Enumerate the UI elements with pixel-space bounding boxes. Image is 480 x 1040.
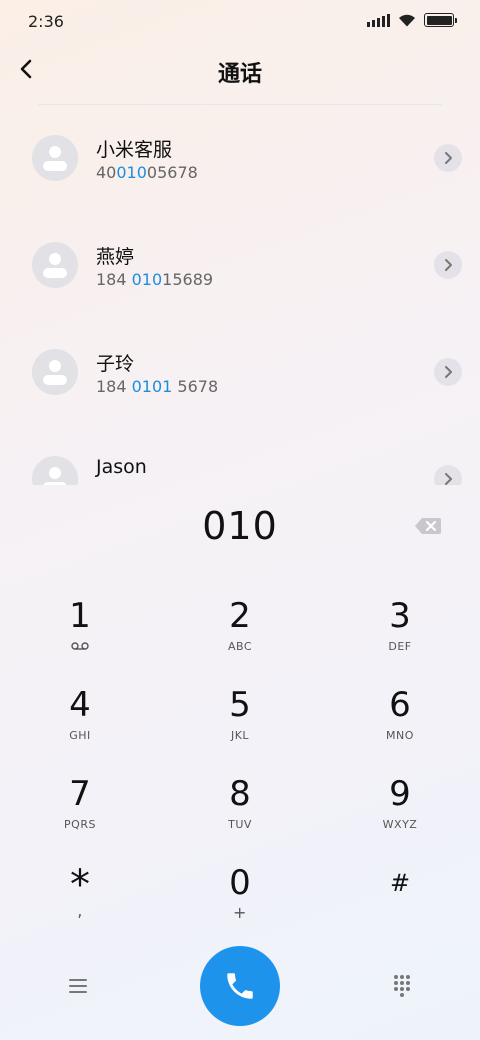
key-letters: JKL (230, 729, 250, 742)
contact-number: 184 01015689 (96, 270, 213, 289)
key-letters: TUV (228, 818, 252, 831)
contact-detail-button[interactable] (434, 358, 462, 386)
number-match-highlight: 0101 (131, 377, 173, 396)
contact-name: 燕婷 (96, 246, 135, 268)
key-letters: GHI (69, 729, 91, 742)
contact-detail-button[interactable] (434, 251, 462, 279)
key-letters: + (233, 903, 247, 922)
chevron-right-icon (445, 259, 452, 271)
contact-list[interactable]: 小米客服 4001005678 燕婷 184 01015689 子玲 184 0101 5… (0, 105, 480, 485)
dialpad-icon[interactable] (392, 974, 412, 998)
page-title: 通话 (217, 62, 262, 87)
contact-name: 小米客服 (96, 139, 173, 161)
key-digit: 7 (69, 774, 91, 814)
key-6[interactable]: 6 MNO (340, 685, 460, 765)
number-part: 184 (96, 270, 132, 289)
status-icons (367, 13, 457, 27)
key-letters: , (77, 901, 83, 920)
contact-number: 184 0101 5678 (96, 377, 218, 396)
key-5[interactable]: 5 JKL (180, 685, 300, 765)
key-2[interactable]: 2 ABC (180, 596, 300, 676)
key-letters: MNO (386, 729, 414, 742)
key-digit: 1 (69, 596, 91, 636)
contact-detail-button[interactable] (434, 465, 462, 485)
key-9[interactable]: 9 WXYZ (340, 774, 460, 854)
number-part: 15689 (162, 270, 214, 289)
contact-detail-button[interactable] (434, 144, 462, 172)
avatar (32, 135, 78, 181)
chevron-right-icon (445, 152, 452, 164)
key-digit: 4 (69, 685, 91, 725)
number-match-highlight: 010 (131, 270, 163, 289)
contact-name: Jason (96, 456, 147, 478)
phone-icon (227, 973, 253, 999)
dialed-number: 010 (202, 504, 278, 548)
battery-icon (424, 13, 457, 27)
call-button[interactable] (200, 946, 280, 1026)
key-7[interactable]: 7 PQRS (20, 774, 140, 854)
title-bar: 通话 (0, 46, 480, 96)
contact-item[interactable]: 子玲 184 0101 5678 (0, 319, 480, 426)
status-time: 2:36 (28, 12, 64, 31)
key-digit: 8 (229, 774, 251, 814)
key-digit: 3 (389, 596, 411, 636)
key-digit: 0 (229, 863, 251, 903)
contact-number: 4001005678 (96, 163, 198, 182)
voicemail-icon (20, 640, 140, 653)
backspace-button[interactable] (414, 516, 442, 536)
contact-item[interactable]: 小米客服 4001005678 (0, 105, 480, 212)
number-match-highlight: 010 (116, 163, 147, 182)
contact-name: 子玲 (96, 353, 135, 375)
key-letters: WXYZ (382, 818, 418, 831)
avatar (32, 349, 78, 395)
key-digit: 6 (389, 685, 411, 725)
avatar (32, 242, 78, 288)
key-0[interactable]: 0 + (180, 863, 300, 943)
bottom-bar (0, 944, 480, 1028)
key-digit: 5 (229, 685, 251, 725)
key-letters: ABC (227, 640, 253, 653)
avatar (32, 456, 78, 485)
wifi-icon (399, 14, 415, 27)
battery-level (426, 15, 452, 25)
key-letters: PQRS (64, 818, 96, 831)
key-4[interactable]: 4 GHI (20, 685, 140, 765)
key-digit: # (389, 869, 411, 897)
key-hash[interactable]: # (340, 863, 460, 943)
contact-item[interactable]: Jason (0, 426, 480, 485)
key-digit: 9 (389, 774, 411, 814)
key-1[interactable]: 1 (20, 596, 140, 676)
key-letters: DEF (388, 640, 412, 653)
status-bar: 2:36 (0, 0, 480, 42)
chevron-right-icon (445, 366, 452, 378)
key-digit: 2 (229, 596, 251, 636)
key-3[interactable]: 3 DEF (340, 596, 460, 676)
key-star[interactable]: *, (20, 863, 140, 943)
number-part: 05678 (146, 163, 198, 182)
chevron-right-icon (445, 473, 452, 485)
dial-input: 010 (0, 500, 480, 560)
key-8[interactable]: 8 TUV (180, 774, 300, 854)
number-part: 40 (96, 163, 117, 182)
number-part: 5678 (172, 377, 219, 396)
number-part: 184 (96, 377, 132, 396)
menu-icon[interactable] (64, 974, 92, 998)
signal-icon (367, 13, 390, 27)
contact-item[interactable]: 燕婷 184 01015689 (0, 212, 480, 319)
